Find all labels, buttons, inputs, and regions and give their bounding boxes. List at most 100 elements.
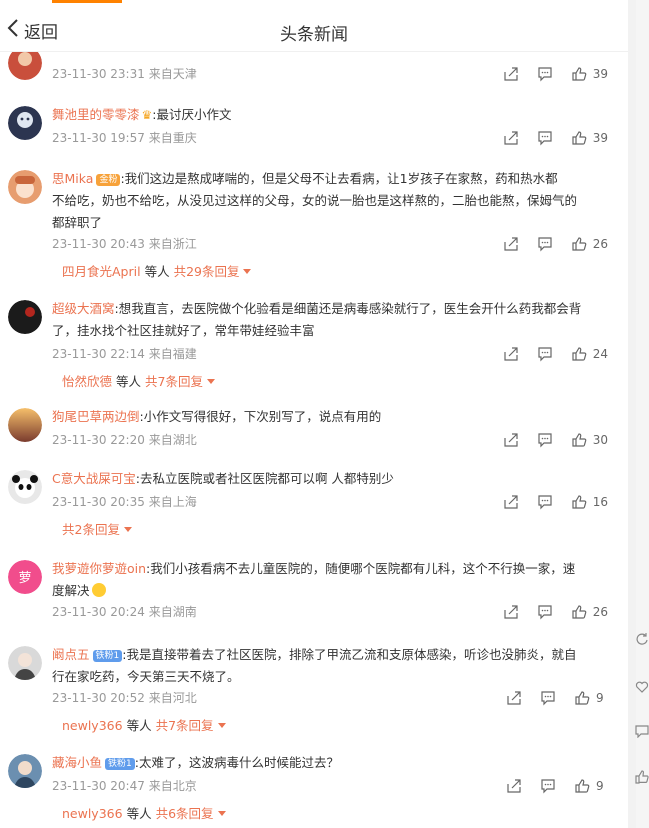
reply-summary[interactable]: 共2条回复 xyxy=(62,520,132,540)
comment-meta: 23-11-30 20:52 来自河北 xyxy=(52,688,197,708)
like-button[interactable]: 9 xyxy=(574,778,608,794)
caret-down-icon xyxy=(217,723,226,728)
reply-button[interactable] xyxy=(537,494,553,510)
comment-item: C意大战屎可宝:去私立医院或者社区医院都可以啊 人都特别少 23-11-30 2… xyxy=(0,466,628,546)
comment-content: :最讨厌小作文 xyxy=(152,107,232,122)
share-icon xyxy=(503,66,519,82)
reply-button[interactable] xyxy=(537,236,553,252)
comment-username[interactable]: 舞池里的零零漆 xyxy=(52,107,140,122)
more-replies-link[interactable]: 共6条回复 xyxy=(156,806,214,821)
reply-button[interactable] xyxy=(540,690,556,706)
comment-content: :想我直言，去医院做个化验看是细菌还是病毒感染就行了，医生会开什么药我都会背 xyxy=(114,301,582,316)
comment-username[interactable]: 藏海小鱼 xyxy=(52,755,102,770)
like-count: 39 xyxy=(592,67,608,81)
like-count: 9 xyxy=(596,691,604,705)
avatar[interactable] xyxy=(8,408,42,442)
like-button[interactable]: 26 xyxy=(571,604,608,620)
share-button[interactable] xyxy=(503,236,519,252)
reply-summary[interactable]: 四月食光April 等人 共29条回复 xyxy=(62,262,252,282)
reply-button[interactable] xyxy=(537,66,553,82)
share-button[interactable] xyxy=(503,432,519,448)
share-button[interactable] xyxy=(503,130,519,146)
reply-username[interactable]: 四月食光April xyxy=(62,264,141,279)
thumbs-up-icon xyxy=(574,690,590,706)
comment-item: 思Mika 金粉:我们这边是熬成哮喘的，但是父母不让去看病，让1岁孩子在家熬，药和… xyxy=(0,166,628,306)
reply-button[interactable] xyxy=(537,130,553,146)
comment-icon[interactable] xyxy=(635,724,649,738)
more-replies-link[interactable]: 共7条回复 xyxy=(156,718,214,733)
comment-location: 来自北京 xyxy=(148,779,197,793)
share-button[interactable] xyxy=(503,66,519,82)
share-button[interactable] xyxy=(503,346,519,362)
reply-button[interactable] xyxy=(537,604,553,620)
reply-button[interactable] xyxy=(540,778,556,794)
share-button[interactable] xyxy=(503,604,519,620)
comment-time: 23-11-30 20:52 xyxy=(52,691,145,705)
comment-username[interactable]: 阚点五 xyxy=(52,647,90,662)
avatar[interactable]: 萝 xyxy=(8,560,42,594)
share-icon xyxy=(503,130,519,146)
side-toolbar xyxy=(636,0,649,828)
reply-button[interactable] xyxy=(537,346,553,362)
comment-meta: 23-11-30 20:43 来自浙江 xyxy=(52,234,197,254)
comment-text: 思Mika 金粉:我们这边是熬成哮喘的，但是父母不让去看病，让1岁孩子在家熬，药和… xyxy=(52,168,612,234)
comment-content: 度解决 xyxy=(52,583,90,598)
comment-actions: 39 xyxy=(485,64,608,84)
like-button[interactable]: 16 xyxy=(571,494,608,510)
comment-meta: 23-11-30 22:20 来自湖北 xyxy=(52,430,197,450)
reply-summary[interactable]: newly366 等人 共6条回复 xyxy=(62,804,226,824)
comment-username[interactable]: 我萝遊你萝遊oin xyxy=(52,561,146,576)
more-replies-link[interactable]: 共2条回复 xyxy=(62,522,120,537)
reply-summary[interactable]: 怡然欣德 等人 共7条回复 xyxy=(62,372,215,392)
heart-icon[interactable] xyxy=(635,680,649,694)
comment-content: 不给吃，奶也不给吃，从没见过这样的父母，女的说一胎也是这样熬的，二胎也能熬，保姆… xyxy=(52,193,578,208)
like-button[interactable]: 39 xyxy=(571,130,608,146)
comment-username[interactable]: 狗尾巴草两边倒 xyxy=(52,409,140,424)
reply-username[interactable]: newly366 xyxy=(62,718,123,733)
comment-username[interactable]: 超级大酒窝 xyxy=(52,301,115,316)
avatar[interactable] xyxy=(8,106,42,140)
thumbs-up-icon[interactable] xyxy=(635,770,649,784)
share-icon xyxy=(503,346,519,362)
more-replies-link[interactable]: 共29条回复 xyxy=(174,264,240,279)
avatar[interactable] xyxy=(8,300,42,334)
laugh-emoji-icon xyxy=(91,583,106,597)
comment-content: :去私立医院或者社区医院都可以啊 人都特别少 xyxy=(135,471,394,486)
like-button[interactable]: 24 xyxy=(571,346,608,362)
reply-username[interactable]: 怡然欣德 xyxy=(62,374,112,389)
comment-location: 来自湖北 xyxy=(148,433,197,447)
thumbs-up-icon xyxy=(571,130,587,146)
fan-badge: 铁粉1 xyxy=(105,758,135,770)
reply-username[interactable]: newly366 xyxy=(62,806,123,821)
share-button[interactable] xyxy=(503,494,519,510)
comment-meta: 23-11-30 20:47 来自北京 xyxy=(52,776,197,796)
share-button[interactable] xyxy=(506,778,522,794)
comment-location: 来自天津 xyxy=(148,67,197,81)
reply-button[interactable] xyxy=(537,432,553,448)
comment-username[interactable]: 思Mika xyxy=(52,171,93,186)
comment-item: 萝 我萝遊你萝遊oin:我们小孩看病不去儿童医院的，随便哪个医院都有儿科，这个不… xyxy=(0,556,628,626)
comment-time: 23-11-30 22:14 xyxy=(52,347,145,361)
app-window: 返回 头条新闻 23-11-30 23:31 来自天津 39 舞池里的零零漆 ♛… xyxy=(0,0,649,828)
caret-down-icon xyxy=(243,269,252,274)
comment-icon xyxy=(537,66,553,82)
refresh-icon[interactable] xyxy=(635,632,649,646)
avatar[interactable] xyxy=(8,754,42,788)
reply-summary[interactable]: newly366 等人 共7条回复 xyxy=(62,716,226,736)
like-button[interactable]: 39 xyxy=(571,66,608,82)
like-button[interactable]: 26 xyxy=(571,236,608,252)
like-button[interactable]: 9 xyxy=(574,690,608,706)
comment-username[interactable]: C意大战屎可宝 xyxy=(52,471,136,486)
avatar[interactable] xyxy=(8,170,42,204)
share-icon xyxy=(503,432,519,448)
thumbs-up-icon xyxy=(571,346,587,362)
avatar[interactable] xyxy=(8,646,42,680)
more-replies-link[interactable]: 共7条回复 xyxy=(145,374,203,389)
comment-text: C意大战屎可宝:去私立医院或者社区医院都可以啊 人都特别少 xyxy=(52,468,612,490)
like-button[interactable]: 30 xyxy=(571,432,608,448)
avatar[interactable] xyxy=(8,470,42,504)
share-button[interactable] xyxy=(506,690,522,706)
comment-actions: 39 xyxy=(485,128,608,148)
comment-actions: 9 xyxy=(488,776,608,796)
comment-item: 狗尾巴草两边倒:小作文写得很好，下次别写了，说点有用的 23-11-30 22:… xyxy=(0,404,628,454)
